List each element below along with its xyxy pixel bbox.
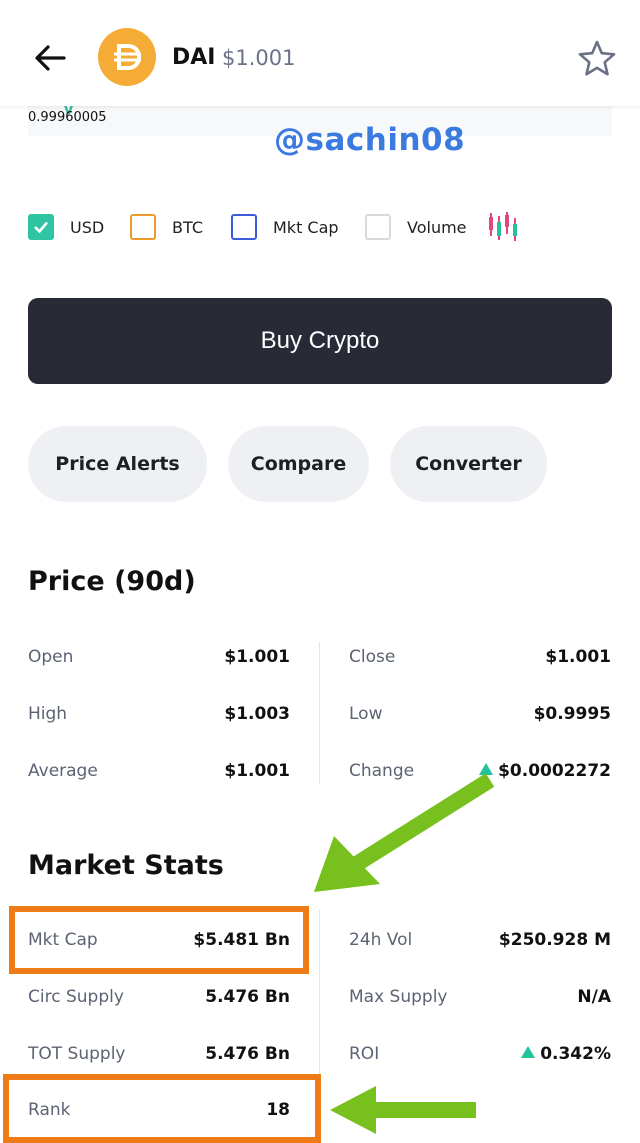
stat-value: 5.476 Bn: [205, 1044, 290, 1064]
dai-logo: [98, 28, 156, 86]
compare-button[interactable]: Compare: [228, 426, 369, 502]
favorite-button[interactable]: [576, 38, 618, 80]
legend-label: BTC: [172, 217, 203, 237]
stat-label: Circ Supply: [28, 987, 124, 1007]
coin-symbol: DAI: [172, 45, 216, 70]
converter-button[interactable]: Converter: [390, 426, 547, 502]
chart-last-value: 0.99960005: [28, 110, 107, 125]
back-button[interactable]: [30, 38, 70, 78]
stat-label: Open: [28, 647, 74, 667]
checkbox-icon[interactable]: [365, 214, 391, 240]
stat-value: 5.476 Bn: [205, 987, 290, 1007]
stat-label: Low: [349, 704, 383, 724]
triangle-up-icon: [521, 1046, 536, 1058]
stat-label: ROI: [349, 1044, 380, 1064]
stat-label: TOT Supply: [28, 1044, 126, 1064]
price-alerts-button[interactable]: Price Alerts: [28, 426, 207, 502]
stat-row: Open $1.001 Close $1.001: [0, 647, 640, 671]
market-stats-title: Market Stats: [28, 850, 224, 881]
stat-row: High $1.003 Low $0.9995: [0, 704, 640, 728]
legend-label: USD: [70, 217, 105, 237]
star-icon: [578, 40, 616, 76]
highlight-box: [3, 1074, 321, 1143]
legend-usd[interactable]: USD: [28, 212, 104, 242]
highlight-box: [9, 906, 309, 974]
roi-value: 0.342%: [521, 1044, 611, 1064]
legend-volume[interactable]: Volume: [365, 212, 467, 242]
stat-value: $1.001: [224, 761, 290, 781]
stat-row: TOT Supply 5.476 Bn ROI 0.342%: [0, 1044, 640, 1068]
stat-label: High: [28, 704, 68, 724]
stat-value: N/A: [577, 987, 611, 1007]
legend-label: Mkt Cap: [273, 217, 339, 237]
stat-label: Max Supply: [349, 987, 448, 1007]
candlestick-icon[interactable]: [486, 210, 520, 244]
legend-mkt-cap[interactable]: Mkt Cap: [231, 212, 339, 242]
checkbox-icon[interactable]: [231, 214, 257, 240]
stat-value: $1.001: [545, 647, 611, 667]
watermark: @sachin08: [274, 122, 466, 158]
checkbox-icon[interactable]: [130, 214, 156, 240]
stat-label: Average: [28, 761, 98, 781]
coin-price: $1.001: [222, 46, 296, 70]
buy-crypto-button[interactable]: Buy Crypto: [28, 298, 612, 384]
legend-btc[interactable]: BTC: [130, 212, 203, 242]
stat-value: $1.001: [224, 647, 290, 667]
stat-label: Close: [349, 647, 396, 667]
stat-value: $250.928 M: [498, 930, 611, 950]
legend-label: Volume: [407, 217, 467, 237]
price-section-title: Price (90d): [28, 566, 196, 597]
checkbox-checked-icon[interactable]: [28, 214, 54, 240]
stat-value: $0.9995: [533, 704, 611, 724]
arrow-icon: [330, 1086, 476, 1134]
arrow-icon: [314, 773, 495, 892]
stat-label: 24h Vol: [349, 930, 413, 950]
arrow-left-icon: [35, 45, 66, 71]
top-bar: DAI $1.001: [0, 0, 640, 106]
stat-row: Circ Supply 5.476 Bn Max Supply N/A: [0, 987, 640, 1011]
stat-value: $1.003: [224, 704, 290, 724]
